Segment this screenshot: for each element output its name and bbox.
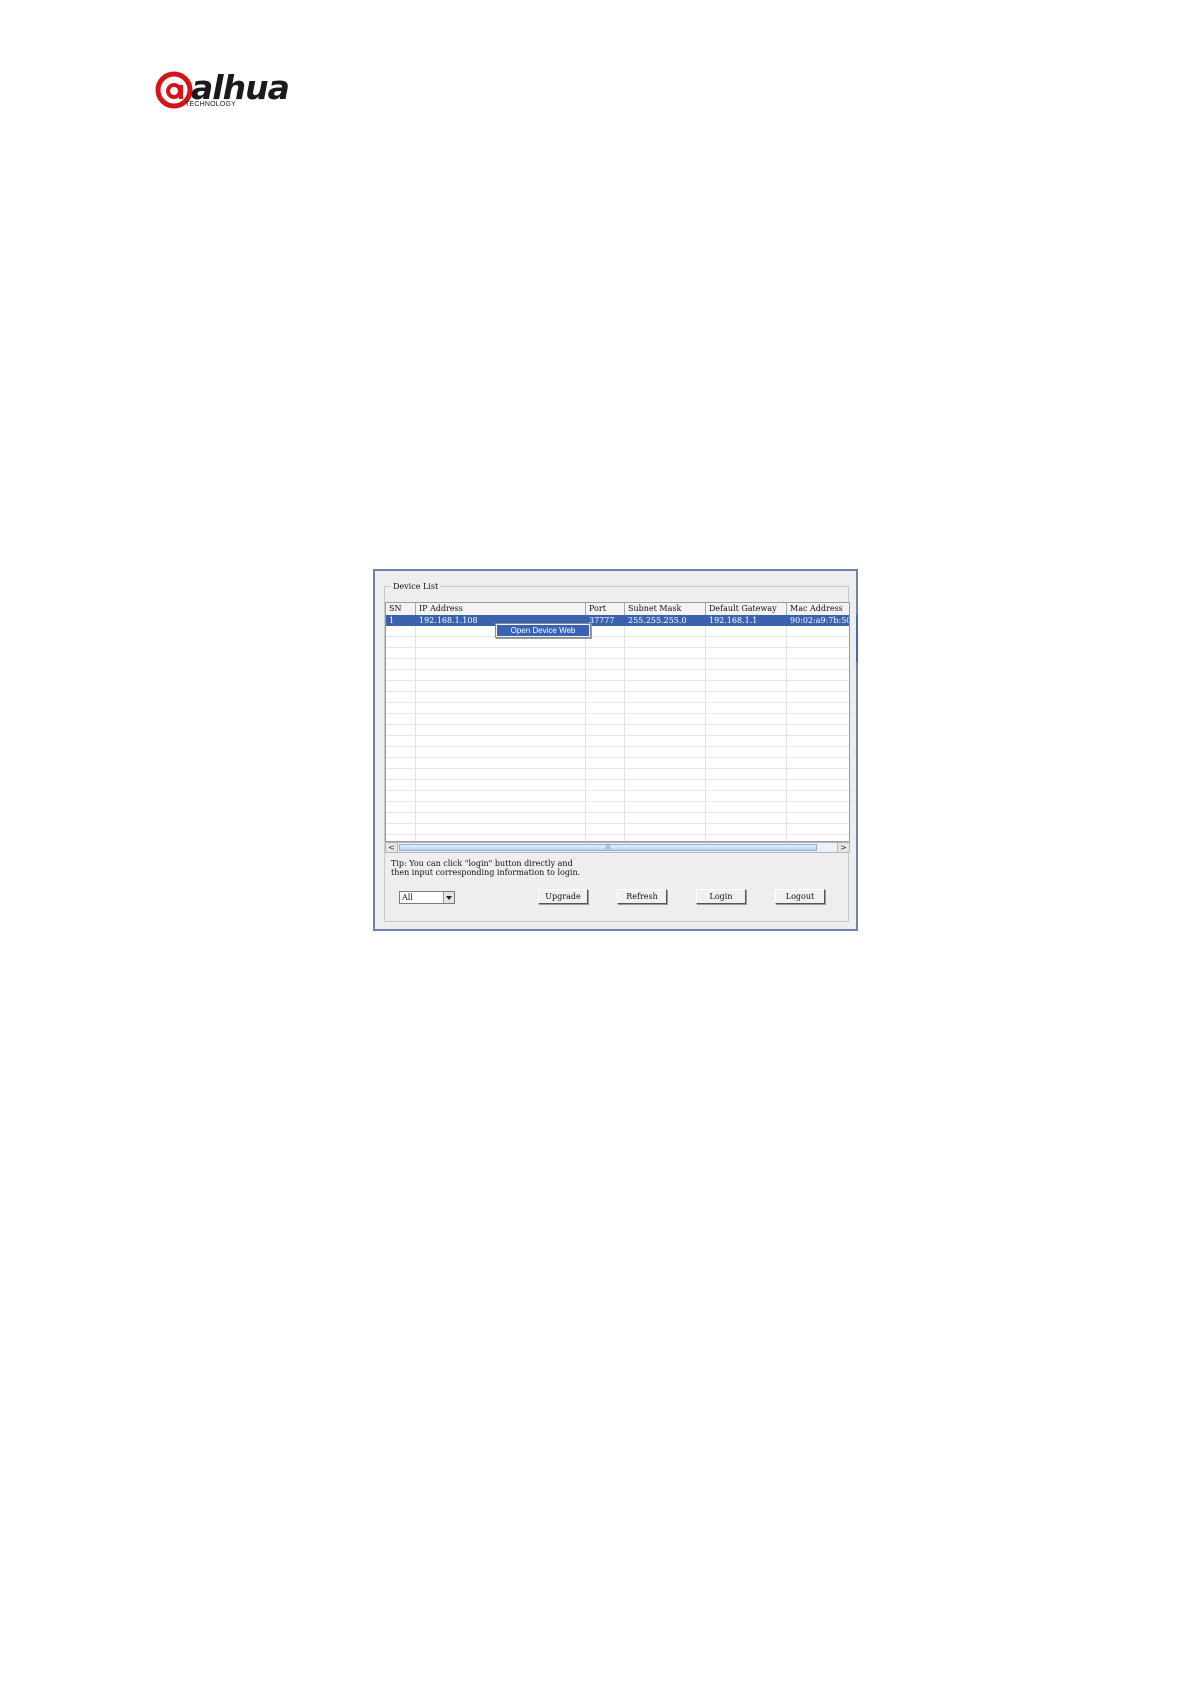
cell-subnet: 255.255.255.0 [628, 616, 687, 625]
login-button[interactable]: Login [696, 889, 746, 904]
empty-table-row [386, 758, 849, 769]
column-header-gateway[interactable]: Default Gateway [706, 603, 787, 615]
empty-table-row [386, 769, 849, 780]
column-header-subnet[interactable]: Subnet Mask [625, 603, 706, 615]
cell-mac: 90:02:a9:7b:50 [790, 616, 850, 625]
context-menu: Open Device Web [495, 623, 591, 638]
empty-table-row [386, 813, 849, 824]
scroll-thumb[interactable]: III [399, 844, 817, 851]
empty-table-row [386, 692, 849, 703]
empty-table-row [386, 736, 849, 747]
logout-button[interactable]: Logout [775, 889, 825, 904]
chevron-down-icon[interactable] [443, 892, 454, 903]
horizontal-scrollbar[interactable]: < III > [385, 842, 850, 853]
menu-item-open-device-web[interactable]: Open Device Web [497, 625, 589, 636]
column-header-mac[interactable]: Mac Address [787, 603, 849, 615]
upgrade-button[interactable]: Upgrade [538, 889, 588, 904]
cell-gateway: 192.168.1.1 [709, 616, 758, 625]
cell-sn: 1 [389, 616, 395, 625]
cell-port: 37777 [589, 616, 615, 625]
empty-table-row [386, 780, 849, 791]
company-logo: alhua TECHNOLOGY [155, 68, 290, 112]
empty-table-row [386, 802, 849, 813]
device-table[interactable]: SN IP Address Port Subnet Mask Default G… [385, 602, 850, 842]
empty-table-row [386, 824, 849, 835]
empty-table-row [386, 791, 849, 802]
empty-table-row [386, 670, 849, 681]
empty-table-row [386, 659, 849, 670]
empty-table-row [386, 626, 849, 637]
window-edge-strip [856, 615, 858, 662]
device-filter-select[interactable]: All [399, 891, 455, 904]
tip-line-2: then input corresponding information to … [391, 868, 581, 877]
tip-line-1: Tip: You can click "login" button direct… [391, 859, 573, 868]
group-title: Device List [391, 581, 441, 592]
empty-table-row [386, 703, 849, 714]
filter-selected-value: All [402, 893, 413, 902]
logo-tagline: TECHNOLOGY [185, 101, 237, 108]
column-header-ip[interactable]: IP Address [416, 603, 586, 615]
empty-table-row [386, 747, 849, 758]
scroll-right-icon[interactable]: > [837, 843, 849, 852]
empty-table-row [386, 637, 849, 648]
empty-table-row [386, 725, 849, 736]
empty-table-row [386, 648, 849, 659]
column-header-port[interactable]: Port [586, 603, 625, 615]
empty-table-row [386, 714, 849, 725]
table-row[interactable]: 1 192.168.1.108 37777 255.255.255.0 192.… [386, 615, 849, 626]
refresh-button[interactable]: Refresh [617, 889, 667, 904]
scroll-grip-icon: III [605, 844, 611, 851]
empty-table-row [386, 835, 849, 841]
device-search-window: Device List SN IP Address Port Subnet Ma… [373, 569, 858, 931]
tip-text: Tip: You can click "login" button direct… [391, 859, 651, 877]
empty-table-row [386, 681, 849, 692]
column-header-sn[interactable]: SN [386, 603, 416, 615]
scroll-left-icon[interactable]: < [386, 843, 398, 852]
